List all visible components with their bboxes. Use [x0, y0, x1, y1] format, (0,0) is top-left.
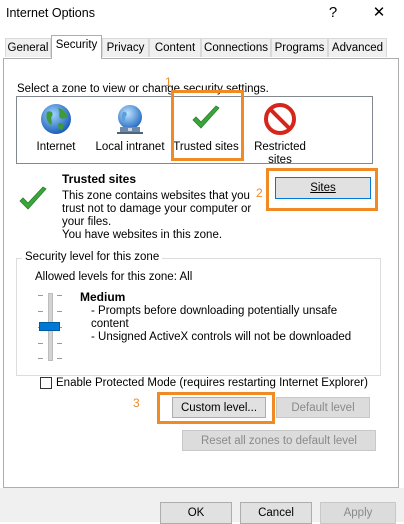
- cancel-button[interactable]: Cancel: [240, 502, 312, 524]
- close-button[interactable]: ✕: [366, 2, 392, 24]
- tab-advanced[interactable]: Advanced: [328, 38, 387, 57]
- ok-button[interactable]: OK: [160, 502, 232, 524]
- security-level-name: Medium: [80, 290, 126, 304]
- checkmark-icon: [19, 186, 47, 210]
- custom-level-button[interactable]: Custom level...: [172, 397, 266, 418]
- globe-icon: [41, 104, 71, 134]
- selected-zone-description: This zone contains websites that you tru…: [62, 190, 252, 228]
- protected-mode-checkbox[interactable]: [40, 377, 52, 389]
- annotation-number-3: 3: [133, 396, 140, 410]
- allowed-levels-text: Allowed levels for this zone: All: [35, 271, 193, 283]
- tab-connections[interactable]: Connections: [201, 38, 271, 57]
- tab-general[interactable]: General: [5, 38, 51, 57]
- tab-privacy[interactable]: Privacy: [102, 38, 149, 57]
- zone-internet[interactable]: Internet: [20, 102, 92, 154]
- security-level-bullet: - Prompts before downloading potentially…: [91, 305, 338, 330]
- annotation-number-2: 2: [256, 186, 263, 200]
- zone-label: Internet: [36, 141, 76, 153]
- apply-button[interactable]: Apply: [320, 502, 396, 524]
- zone-label: Local intranet: [95, 141, 165, 153]
- annotation-box-trusted-sites: [171, 90, 244, 161]
- security-level-slider[interactable]: [36, 291, 64, 363]
- protected-mode-label: Enable Protected Mode (requires restarti…: [56, 377, 368, 389]
- zone-restricted-sites[interactable]: Restricted sites: [244, 102, 316, 167]
- no-entry-icon: [264, 103, 296, 135]
- default-level-button[interactable]: Default level: [276, 397, 370, 418]
- help-button[interactable]: ?: [320, 2, 346, 24]
- security-level-group-label: Security level for this zone: [22, 251, 163, 263]
- window-title: Internet Options: [6, 6, 95, 20]
- selected-zone-note: You have websites in this zone.: [62, 229, 223, 241]
- reset-all-zones-button[interactable]: Reset all zones to default level: [182, 430, 376, 451]
- selected-zone-title: Trusted sites: [62, 172, 137, 186]
- sites-button[interactable]: Sites: [275, 177, 371, 199]
- tab-content[interactable]: Content: [149, 38, 201, 57]
- security-level-bullet: - Unsigned ActiveX controls will not be …: [91, 331, 352, 343]
- zone-local-intranet[interactable]: Local intranet: [93, 102, 167, 154]
- tab-programs[interactable]: Programs: [271, 38, 328, 57]
- annotation-number-1: 1: [165, 75, 172, 89]
- zone-label: Restricted sites: [254, 141, 306, 166]
- slider-thumb[interactable]: [39, 322, 60, 331]
- network-globe-icon: [117, 105, 143, 134]
- tab-security[interactable]: Security: [51, 35, 102, 59]
